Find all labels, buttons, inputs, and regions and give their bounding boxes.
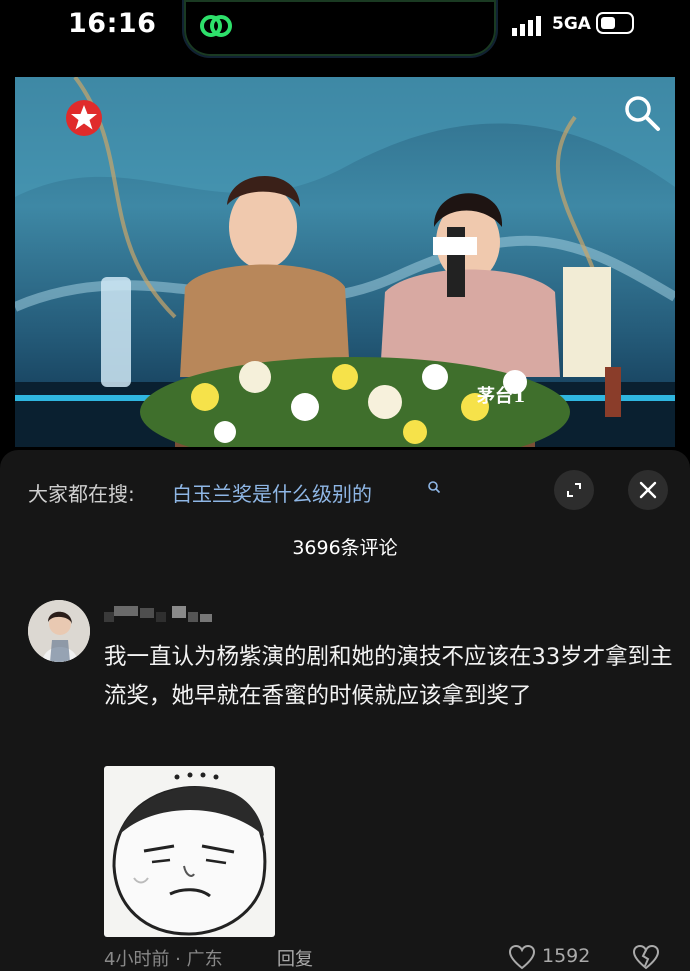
search-suggestion-prefix: 大家都在搜: [28,482,135,506]
search-icon[interactable] [622,93,662,133]
username-redacted [104,606,212,622]
comment-meta: 4小时前 · 广东 [104,949,223,970]
comment-text: 我一直认为杨紫演的剧和她的演技不应该在33岁才拿到主流奖，她早就在香蜜的时候就应… [104,644,673,709]
status-time: 16:16 [68,8,157,39]
network-type: 5GA [552,14,591,34]
avatar[interactable] [28,600,90,662]
like-count: 1592 [542,945,591,967]
close-button[interactable] [628,470,668,510]
video-player[interactable]: 茅台1 [15,77,675,447]
status-bar: 16:16 5GA [0,0,690,58]
star-logo-icon [66,100,102,136]
expand-icon [567,483,581,497]
heart-icon[interactable] [508,944,536,970]
avatar-image [28,600,90,662]
search-suggestion-link[interactable]: 白玉兰奖是什么级别的 [172,478,372,507]
signal-icon [512,16,541,36]
video-watermark: 茅台1 [477,386,526,407]
expand-button[interactable] [554,470,594,510]
comment-count: 3696条评论 [292,537,398,559]
reply-button[interactable]: 回复 [277,945,313,971]
search-small-icon [428,481,441,494]
battery-icon [596,12,634,34]
link-app-icon [200,15,232,37]
sticker-image[interactable] [104,766,275,937]
meme-face-image [112,772,267,936]
broken-heart-icon[interactable] [632,944,660,970]
close-icon [639,481,657,499]
video-frame [15,77,675,447]
